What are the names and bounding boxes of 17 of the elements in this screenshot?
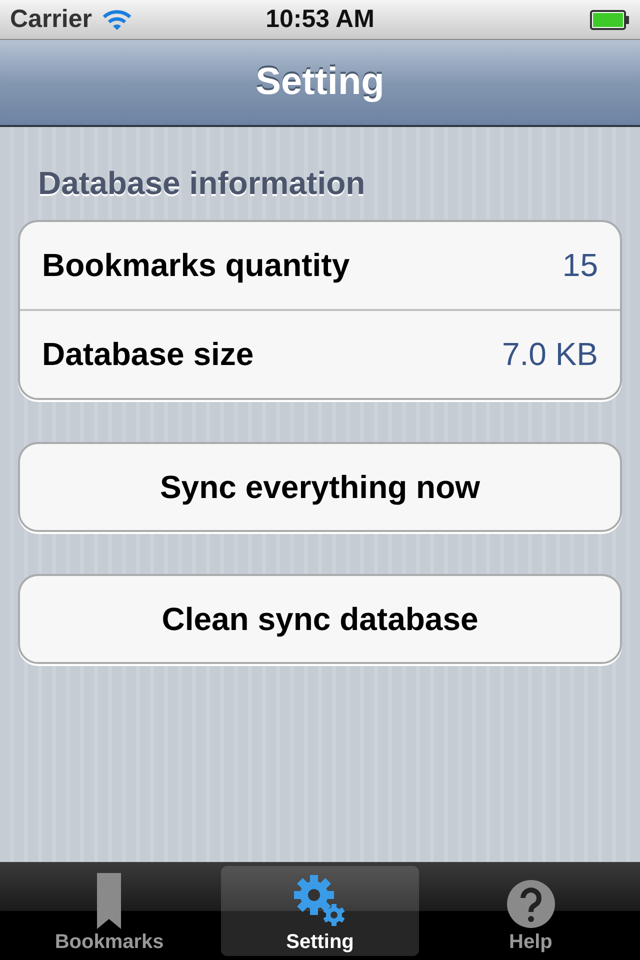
battery-icon bbox=[590, 10, 630, 30]
row-label: Bookmarks quantity bbox=[42, 247, 350, 284]
help-icon bbox=[506, 879, 556, 929]
action-button[interactable]: Clean sync database bbox=[18, 574, 622, 664]
tab[interactable]: Setting bbox=[220, 866, 420, 956]
row-value: 15 bbox=[562, 247, 598, 284]
tab[interactable]: Bookmarks bbox=[10, 866, 209, 956]
bookmark-icon bbox=[97, 873, 122, 929]
row-label: Database size bbox=[42, 336, 254, 373]
row-value: 7.0 KB bbox=[502, 336, 598, 373]
tab[interactable]: Help bbox=[431, 866, 630, 956]
carrier-name: Carrier bbox=[10, 5, 92, 34]
wifi-icon bbox=[102, 8, 132, 30]
screen-title: Setting bbox=[256, 61, 384, 104]
action-button[interactable]: Sync everything now bbox=[18, 442, 622, 532]
section-header: Database information bbox=[38, 165, 366, 202]
status-time: 10:53 AM bbox=[266, 5, 374, 34]
